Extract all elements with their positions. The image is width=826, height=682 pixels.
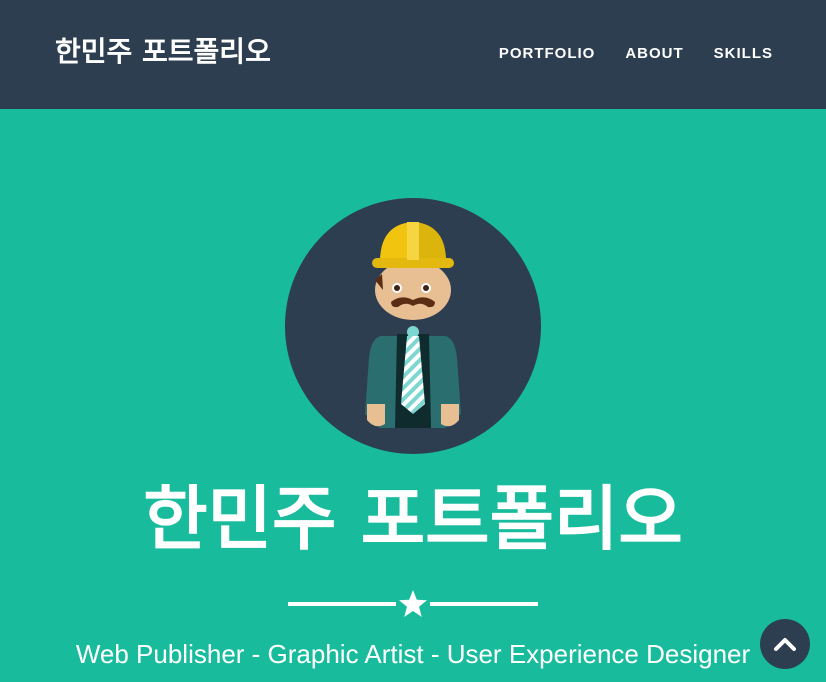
avatar <box>285 198 541 454</box>
nav-link-skills[interactable]: SKILLS <box>714 44 773 64</box>
scroll-to-top-button[interactable] <box>760 619 810 669</box>
star-icon <box>399 590 427 617</box>
divider-line-left <box>288 602 396 606</box>
star-divider <box>288 589 538 619</box>
hero-title: 한민주 포트폴리오 <box>143 478 683 560</box>
hero-subtitle: Web Publisher - Graphic Artist - User Ex… <box>75 639 751 669</box>
nav-link-about[interactable]: ABOUT <box>625 44 683 64</box>
navbar: 한민주 포트폴리오 PORTFOLIO ABOUT SKILLS <box>0 0 826 109</box>
divider-line-right <box>430 602 538 606</box>
avatar-image <box>285 198 541 454</box>
nav-link-portfolio[interactable]: PORTFOLIO <box>499 44 596 64</box>
chevron-up-icon <box>774 638 796 651</box>
nav-links: PORTFOLIO ABOUT SKILLS <box>499 44 773 64</box>
brand-logo-link[interactable]: 한민주 포트폴리오 <box>55 30 271 74</box>
hero-section: 한민주 포트폴리오 Web Publisher - Graphic Artist… <box>0 109 826 682</box>
